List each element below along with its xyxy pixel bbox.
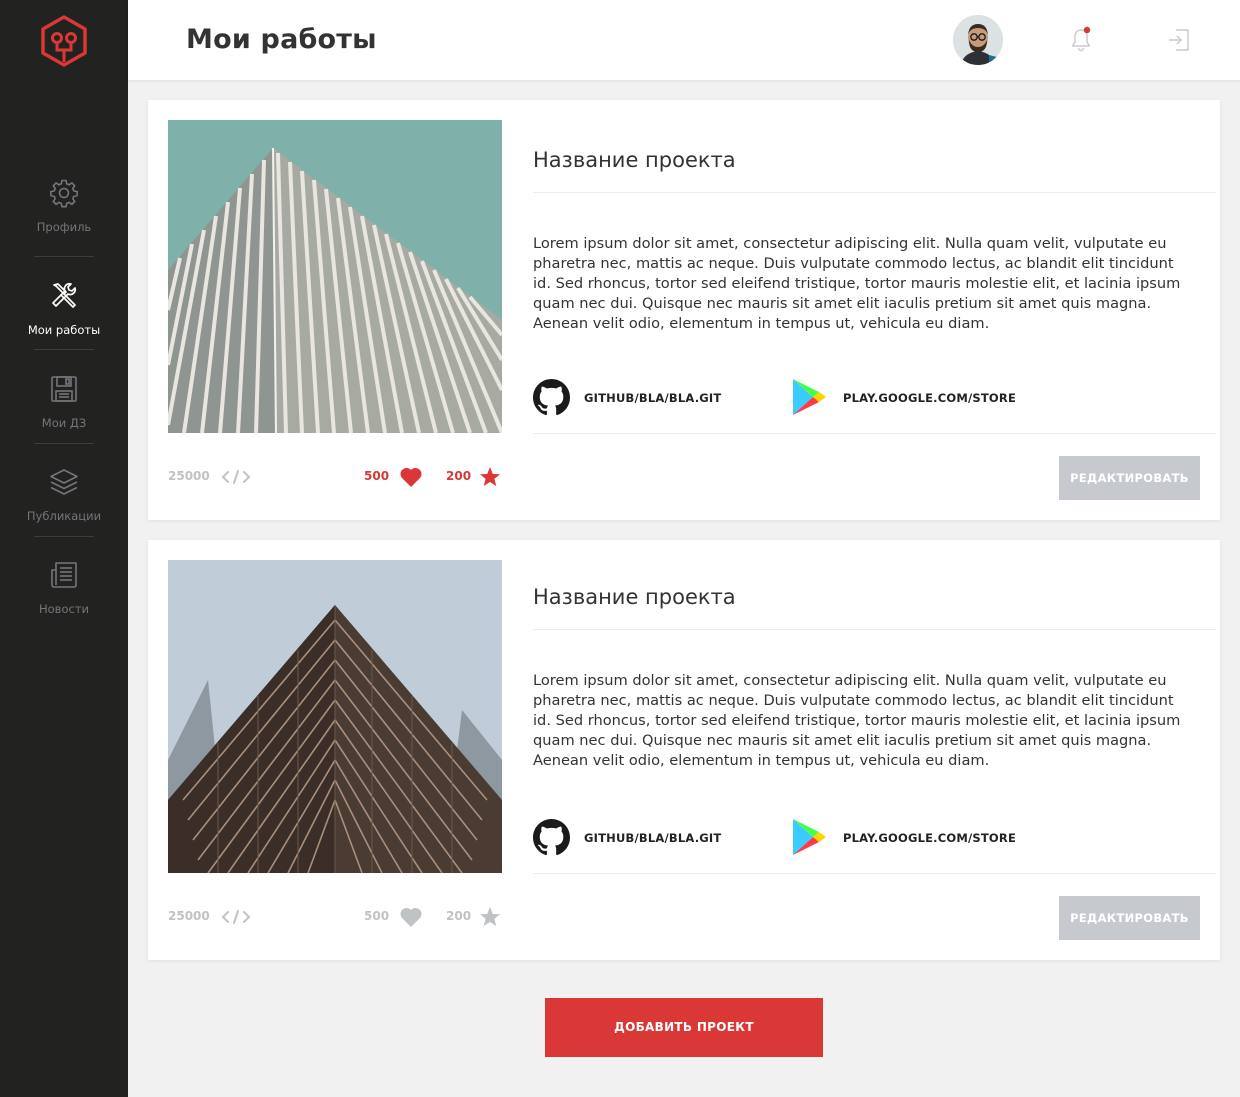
project-card: 25000 500 200 Название проекта Lorem ips… [148, 540, 1220, 960]
avatar[interactable] [953, 15, 1003, 65]
project-title: Название проекта [533, 148, 736, 172]
stars-count: 200 [446, 909, 472, 923]
google-play-icon[interactable] [791, 817, 827, 857]
heart-icon[interactable] [399, 906, 423, 928]
sidebar-item-label: Мои ДЗ [41, 416, 87, 430]
google-play-icon[interactable] [791, 377, 827, 417]
sidebar-divider [34, 256, 94, 257]
sidebar-divider [34, 536, 94, 537]
heart-icon[interactable] [399, 466, 423, 488]
page-title: Мои работы [186, 24, 377, 55]
layers-icon [50, 469, 78, 495]
project-description: Lorem ipsum dolor sit amet, consectetur … [533, 672, 1181, 769]
code-count: 25000 [168, 469, 210, 483]
github-link[interactable]: GITHUB/BLA/BLA.GIT [584, 391, 721, 405]
sidebar-item-label: Мои работы [27, 323, 101, 337]
divider [533, 629, 1216, 630]
likes-count: 500 [364, 469, 390, 483]
sidebar-item-publications[interactable]: Публикации [0, 467, 128, 560]
code-icon [222, 910, 250, 924]
floppy-icon [51, 376, 77, 402]
top-header: Мои работы [128, 0, 1240, 80]
sidebar-item-label: Новости [39, 602, 89, 616]
project-description: Lorem ipsum dolor sit amet, consectetur … [533, 235, 1181, 332]
divider [533, 433, 1216, 434]
add-project-button[interactable]: ДОБАВИТЬ ПРОЕКТ [545, 998, 823, 1057]
divider [533, 873, 1216, 874]
sidebar-item-homework[interactable]: Мои ДЗ [0, 374, 128, 467]
project-image [168, 120, 502, 433]
github-icon[interactable] [533, 819, 570, 856]
sidebar-item-profile[interactable]: Профиль [0, 178, 128, 271]
avatar-image [953, 15, 1003, 65]
code-icon [222, 470, 250, 484]
github-link[interactable]: GITHUB/BLA/BLA.GIT [584, 831, 721, 845]
notification-dot [1083, 26, 1091, 34]
logo-icon[interactable] [38, 14, 90, 68]
bell-icon[interactable] [1068, 26, 1094, 54]
gear-icon [50, 179, 78, 208]
edit-button[interactable]: РЕДАКТИРОВАТЬ [1059, 456, 1200, 500]
store-link[interactable]: PLAY.GOOGLE.COM/STORE [843, 831, 1016, 845]
newspaper-icon [51, 562, 77, 588]
project-image [168, 560, 502, 873]
sidebar-item-news[interactable]: Новости [0, 560, 128, 653]
stars-count: 200 [446, 469, 472, 483]
sidebar-item-label: Публикации [26, 509, 102, 523]
store-link[interactable]: PLAY.GOOGLE.COM/STORE [843, 391, 1016, 405]
sidebar-divider [34, 443, 94, 444]
sidebar-divider [34, 349, 94, 350]
project-title: Название проекта [533, 585, 736, 609]
github-icon[interactable] [533, 379, 570, 416]
star-icon[interactable] [479, 906, 501, 928]
logout-icon[interactable] [1166, 27, 1192, 53]
edit-button[interactable]: РЕДАКТИРОВАТЬ [1059, 896, 1200, 940]
project-card: 25000 500 200 Название проекта Lorem ips… [148, 100, 1220, 520]
code-count: 25000 [168, 909, 210, 923]
sidebar-item-label: Профиль [36, 220, 92, 234]
likes-count: 500 [364, 909, 390, 923]
tools-icon [52, 282, 77, 308]
sidebar-item-my-works[interactable]: Мои работы [0, 281, 128, 374]
divider [533, 192, 1216, 193]
star-icon[interactable] [479, 466, 501, 488]
sidebar: Профиль Мои работы Мои ДЗ Публикации Нов… [0, 0, 128, 1097]
